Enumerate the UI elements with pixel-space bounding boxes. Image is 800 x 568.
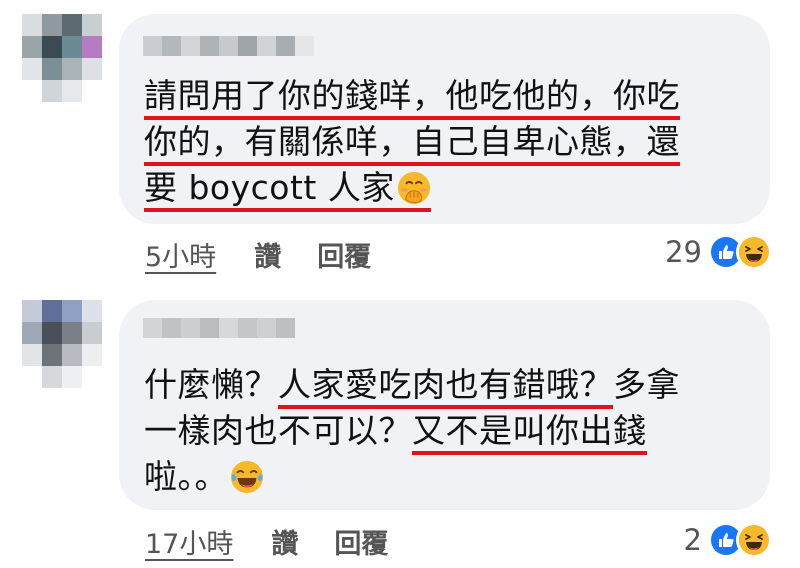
reply-button[interactable]: 回覆 xyxy=(317,235,371,274)
comment-bubble: 請問用了你的錢咩，他吃他的，你吃 你的，有關係咩，自己自卑心態，還 要 boyc… xyxy=(119,14,770,224)
comment-line-text: 多拿 xyxy=(613,365,680,404)
comment-line-text: 一樣肉也不可以？ xyxy=(144,411,412,450)
reaction-count: 2 xyxy=(683,523,702,557)
like-button[interactable]: 讚 xyxy=(271,522,298,561)
underlined-text: 要 boycott 人家 xyxy=(144,168,431,212)
haha-icon xyxy=(736,522,772,558)
comment-line: 要 boycott 人家 xyxy=(144,166,680,212)
comment-line: 一樣肉也不可以？又不是叫你出錢 xyxy=(144,409,680,455)
comment-line: 什麼懶？人家愛吃肉也有錯哦？多拿 xyxy=(144,363,680,409)
comment-line: 你的，有關係咩，自己自卑心態，還 xyxy=(144,120,680,166)
comment-line-text: 什麼懶？ xyxy=(144,365,278,404)
comment-line-text: 啦。。 xyxy=(144,457,228,496)
reply-button[interactable]: 回覆 xyxy=(334,522,388,561)
underlined-text: 又不是叫你出錢 xyxy=(412,411,647,455)
tears-of-joy-emoji xyxy=(230,460,264,494)
comment-text: 請問用了你的錢咩，他吃他的，你吃 你的，有關係咩，自己自卑心態，還 要 boyc… xyxy=(144,74,680,212)
reaction-summary[interactable]: 2 xyxy=(684,522,772,558)
comment-text: 什麼懶？人家愛吃肉也有錯哦？多拿 一樣肉也不可以？又不是叫你出錢 啦。。 xyxy=(144,363,680,501)
avatar[interactable] xyxy=(22,300,102,388)
comment-line: 請問用了你的錢咩，他吃他的，你吃 xyxy=(144,74,680,120)
comments-panel: 請問用了你的錢咩，他吃他的，你吃 你的，有關係咩，自己自卑心態，還 要 boyc… xyxy=(0,0,800,568)
avatar[interactable] xyxy=(22,14,102,102)
like-button[interactable]: 讚 xyxy=(254,235,281,274)
timestamp-link[interactable]: 17小時 xyxy=(145,522,233,561)
comment-actions: 5小時 讚 回覆 xyxy=(145,235,371,274)
reaction-count: 29 xyxy=(665,235,702,269)
comment-bubble: 什麼懶？人家愛吃肉也有錯哦？多拿 一樣肉也不可以？又不是叫你出錢 啦。。 xyxy=(119,300,770,510)
underlined-text: 你的，有關係咩，自己自卑心態，還 xyxy=(144,122,680,166)
comment-line-text: 要 boycott 人家 xyxy=(144,168,395,207)
comment-line: 啦。。 xyxy=(144,455,680,501)
commenter-name-blurred[interactable] xyxy=(143,36,314,56)
timestamp-link[interactable]: 5小時 xyxy=(145,235,216,274)
comment-actions: 17小時 讚 回覆 xyxy=(145,522,388,561)
underlined-text: 人家愛吃肉也有錯哦？ xyxy=(278,365,613,409)
hand-over-mouth-emoji xyxy=(397,171,430,205)
underlined-text: 請問用了你的錢咩，他吃他的，你吃 xyxy=(144,76,680,120)
haha-icon xyxy=(736,234,772,270)
reaction-summary[interactable]: 29 xyxy=(665,234,772,270)
commenter-name-blurred[interactable] xyxy=(143,318,295,338)
